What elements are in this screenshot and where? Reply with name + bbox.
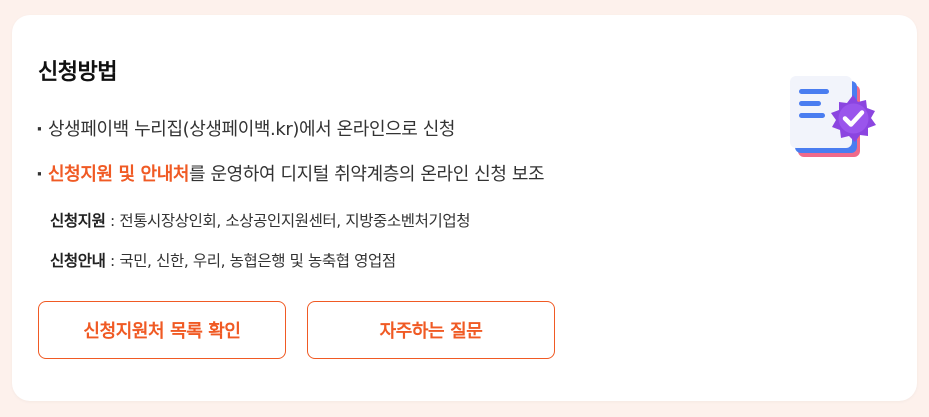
bullet-online-application: · 상생페이백 누리집(상생페이백.kr)에서 온라인으로 신청 — [36, 115, 455, 141]
bullet-text: 상생페이백 누리집(상생페이백.kr)에서 온라인으로 신청 — [48, 119, 456, 140]
application-method-card: 신청방법 · 상생페이백 누리집(상생페이백.kr)에서 온라인으로 신청 · 신청… — [12, 15, 917, 401]
detail-text: : 전통시장상인회, 소상공인지원센터, 지방중소벤처기업청 — [105, 212, 471, 230]
detail-support: 신청지원 : 전통시장상인회, 소상공인지원센터, 지방중소벤처기업청 — [50, 209, 470, 231]
card-title: 신청방법 — [38, 60, 117, 85]
bullet-dot: · — [36, 164, 43, 185]
support-center-list-button[interactable]: 신청지원처 목록 확인 — [38, 301, 286, 359]
detail-label: 신청안내 — [50, 252, 106, 270]
bullet-text: 를 운영하여 디지털 취약계층의 온라인 신청 보조 — [189, 164, 545, 185]
bullet-dot: · — [36, 119, 43, 140]
detail-text: : 국민, 신한, 우리, 농협은행 및 농축협 영업점 — [105, 252, 396, 270]
faq-button[interactable]: 자주하는 질문 — [307, 301, 555, 359]
bullet-highlight: 신청지원 및 안내처 — [48, 164, 190, 185]
detail-label: 신청지원 — [50, 212, 106, 230]
detail-guidance: 신청안내 : 국민, 신한, 우리, 농협은행 및 농축협 영업점 — [50, 249, 396, 271]
document-checkmark-badge-icon — [784, 73, 884, 163]
bullet-support-centers: · 신청지원 및 안내처를 운영하여 디지털 취약계층의 온라인 신청 보조 — [36, 160, 545, 186]
